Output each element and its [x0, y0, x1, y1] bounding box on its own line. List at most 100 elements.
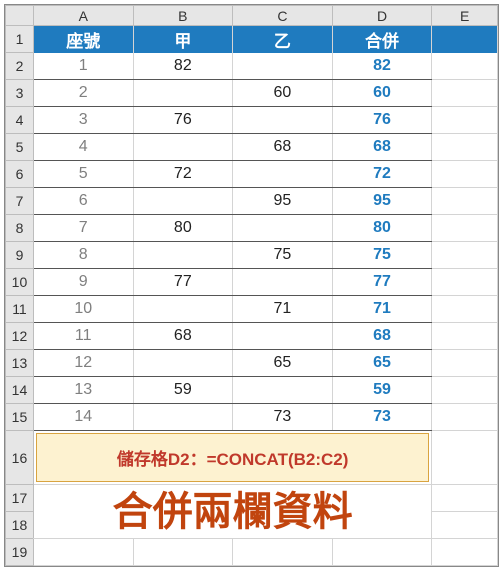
cell-A12[interactable]: 11: [33, 323, 133, 350]
cell-D4[interactable]: 76: [332, 107, 432, 134]
cell-B1[interactable]: 甲: [133, 26, 233, 53]
cell-D6[interactable]: 72: [332, 161, 432, 188]
cell-B10[interactable]: 77: [133, 269, 233, 296]
col-header-D[interactable]: D: [332, 6, 432, 26]
cell-A15[interactable]: 14: [33, 404, 133, 431]
cell-A14[interactable]: 13: [33, 377, 133, 404]
cell-D10[interactable]: 77: [332, 269, 432, 296]
cell-D13[interactable]: 65: [332, 350, 432, 377]
row-header-15[interactable]: 15: [6, 404, 34, 431]
cell-D2[interactable]: 82: [332, 53, 432, 80]
cell-C3[interactable]: 60: [233, 80, 333, 107]
cell-E9[interactable]: [432, 242, 498, 269]
cell-E17[interactable]: [432, 485, 498, 512]
cell-C8[interactable]: [233, 215, 333, 242]
cell-B19[interactable]: [133, 539, 233, 566]
cell-E11[interactable]: [432, 296, 498, 323]
cell-D12[interactable]: 68: [332, 323, 432, 350]
cell-D15[interactable]: 73: [332, 404, 432, 431]
cell-B8[interactable]: 80: [133, 215, 233, 242]
cell-A2[interactable]: 1: [33, 53, 133, 80]
title-cell[interactable]: 合併兩欄資料: [33, 485, 431, 539]
row-header-1[interactable]: 1: [6, 26, 34, 53]
cell-C9[interactable]: 75: [233, 242, 333, 269]
row-header-7[interactable]: 7: [6, 188, 34, 215]
row-header-14[interactable]: 14: [6, 377, 34, 404]
grid[interactable]: A B C D E 1 座號 甲 乙 合併 218282326060437676…: [5, 5, 498, 566]
cell-B7[interactable]: [133, 188, 233, 215]
cell-A7[interactable]: 6: [33, 188, 133, 215]
cell-E14[interactable]: [432, 377, 498, 404]
cell-D1[interactable]: 合併: [332, 26, 432, 53]
cell-E2[interactable]: [432, 53, 498, 80]
cell-C5[interactable]: 68: [233, 134, 333, 161]
row-header-10[interactable]: 10: [6, 269, 34, 296]
cell-B9[interactable]: [133, 242, 233, 269]
cell-E12[interactable]: [432, 323, 498, 350]
cell-A13[interactable]: 12: [33, 350, 133, 377]
cell-A1[interactable]: 座號: [33, 26, 133, 53]
cell-E6[interactable]: [432, 161, 498, 188]
cell-A4[interactable]: 3: [33, 107, 133, 134]
cell-E13[interactable]: [432, 350, 498, 377]
cell-A8[interactable]: 7: [33, 215, 133, 242]
row-header-9[interactable]: 9: [6, 242, 34, 269]
cell-C12[interactable]: [233, 323, 333, 350]
cell-E19[interactable]: [432, 539, 498, 566]
row-header-5[interactable]: 5: [6, 134, 34, 161]
cell-C7[interactable]: 95: [233, 188, 333, 215]
row-header-12[interactable]: 12: [6, 323, 34, 350]
cell-D19[interactable]: [332, 539, 432, 566]
cell-E4[interactable]: [432, 107, 498, 134]
cell-A6[interactable]: 5: [33, 161, 133, 188]
col-header-C[interactable]: C: [233, 6, 333, 26]
cell-E7[interactable]: [432, 188, 498, 215]
cell-C15[interactable]: 73: [233, 404, 333, 431]
cell-C13[interactable]: 65: [233, 350, 333, 377]
cell-B15[interactable]: [133, 404, 233, 431]
cell-A19[interactable]: [33, 539, 133, 566]
row-header-13[interactable]: 13: [6, 350, 34, 377]
cell-E5[interactable]: [432, 134, 498, 161]
col-header-A[interactable]: A: [33, 6, 133, 26]
cell-B12[interactable]: 68: [133, 323, 233, 350]
cell-A9[interactable]: 8: [33, 242, 133, 269]
row-header-4[interactable]: 4: [6, 107, 34, 134]
cell-B3[interactable]: [133, 80, 233, 107]
cell-A11[interactable]: 10: [33, 296, 133, 323]
cell-E15[interactable]: [432, 404, 498, 431]
row-header-3[interactable]: 3: [6, 80, 34, 107]
formula-cell[interactable]: 儲存格D2：=CONCAT(B2:C2): [33, 431, 431, 485]
row-header-11[interactable]: 11: [6, 296, 34, 323]
cell-C2[interactable]: [233, 53, 333, 80]
col-header-B[interactable]: B: [133, 6, 233, 26]
col-header-E[interactable]: E: [432, 6, 498, 26]
cell-B4[interactable]: 76: [133, 107, 233, 134]
row-header-19[interactable]: 19: [6, 539, 34, 566]
cell-D14[interactable]: 59: [332, 377, 432, 404]
cell-A3[interactable]: 2: [33, 80, 133, 107]
cell-C4[interactable]: [233, 107, 333, 134]
row-header-18[interactable]: 18: [6, 512, 34, 539]
cell-B13[interactable]: [133, 350, 233, 377]
cell-B6[interactable]: 72: [133, 161, 233, 188]
cell-E18[interactable]: [432, 512, 498, 539]
cell-E1[interactable]: [432, 26, 498, 53]
cell-C11[interactable]: 71: [233, 296, 333, 323]
row-header-2[interactable]: 2: [6, 53, 34, 80]
row-header-16[interactable]: 16: [6, 431, 34, 485]
cell-A10[interactable]: 9: [33, 269, 133, 296]
cell-C19[interactable]: [233, 539, 333, 566]
row-header-8[interactable]: 8: [6, 215, 34, 242]
cell-C10[interactable]: [233, 269, 333, 296]
cell-B5[interactable]: [133, 134, 233, 161]
cell-D3[interactable]: 60: [332, 80, 432, 107]
cell-A5[interactable]: 4: [33, 134, 133, 161]
cell-D5[interactable]: 68: [332, 134, 432, 161]
cell-D7[interactable]: 95: [332, 188, 432, 215]
cell-C1[interactable]: 乙: [233, 26, 333, 53]
cell-D11[interactable]: 71: [332, 296, 432, 323]
cell-D8[interactable]: 80: [332, 215, 432, 242]
cell-E3[interactable]: [432, 80, 498, 107]
cell-C6[interactable]: [233, 161, 333, 188]
